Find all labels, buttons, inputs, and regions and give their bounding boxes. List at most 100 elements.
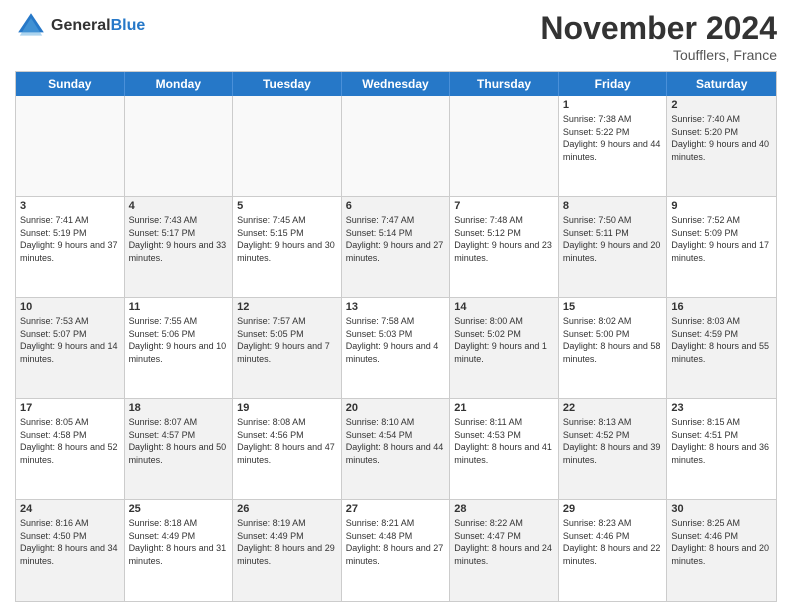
header-day-thursday: Thursday	[450, 72, 559, 96]
header-day-wednesday: Wednesday	[342, 72, 451, 96]
calendar-row-1: 3Sunrise: 7:41 AM Sunset: 5:19 PM Daylig…	[16, 197, 776, 298]
day-info: Sunrise: 7:50 AM Sunset: 5:11 PM Dayligh…	[563, 214, 663, 264]
day-number: 27	[346, 503, 446, 515]
calendar-row-2: 10 Sunrise: 7:53 AM Sunset: 5:07 PM Dayli…	[16, 298, 776, 399]
header-day-saturday: Saturday	[667, 72, 776, 96]
day-info: Sunrise: 8:02 AM Sunset: 5:00 PM Dayligh…	[563, 315, 663, 365]
calendar-body: 1 Sunrise: 7:38 AM Sunset: 5:22 PM Daylig…	[16, 96, 776, 601]
empty-cell	[233, 96, 342, 196]
day-number: 2	[671, 99, 772, 111]
day-info: Sunrise: 7:52 AM Sunset: 5:09 PM Dayligh…	[671, 214, 772, 264]
day-cell-23: 23Sunrise: 8:15 AM Sunset: 4:51 PM Dayli…	[667, 399, 776, 499]
day-cell-20: 20 Sunrise: 8:10 AM Sunset: 4:54 PM Dayli…	[342, 399, 451, 499]
day-cell-13: 13 Sunrise: 7:58 AM Sunset: 5:03 PM Dayli…	[342, 298, 451, 398]
title-block: November 2024 Toufflers, France	[540, 10, 777, 63]
day-number: 17	[20, 402, 120, 414]
day-cell-8: 8 Sunrise: 7:50 AM Sunset: 5:11 PM Daylig…	[559, 197, 668, 297]
day-info: Sunrise: 7:53 AM Sunset: 5:07 PM Dayligh…	[20, 315, 120, 365]
day-info: Sunrise: 7:38 AM Sunset: 5:22 PM Dayligh…	[563, 113, 663, 163]
logo-icon	[15, 10, 47, 42]
location: Toufflers, France	[540, 47, 777, 63]
day-info: Sunrise: 8:22 AM Sunset: 4:47 PM Dayligh…	[454, 517, 554, 567]
day-cell-28: 28 Sunrise: 8:22 AM Sunset: 4:47 PM Dayli…	[450, 500, 559, 601]
page: GeneralBlue November 2024 Toufflers, Fra…	[0, 0, 792, 612]
month-title: November 2024	[540, 10, 777, 47]
day-number: 10	[20, 301, 120, 313]
day-info: Sunrise: 8:18 AM Sunset: 4:49 PM Dayligh…	[129, 517, 229, 567]
day-info: Sunrise: 8:08 AM Sunset: 4:56 PM Dayligh…	[237, 416, 337, 466]
day-cell-3: 3Sunrise: 7:41 AM Sunset: 5:19 PM Daylig…	[16, 197, 125, 297]
empty-cell	[125, 96, 234, 196]
day-number: 18	[129, 402, 229, 414]
day-info: Sunrise: 8:23 AM Sunset: 4:46 PM Dayligh…	[563, 517, 663, 567]
day-cell-10: 10 Sunrise: 7:53 AM Sunset: 5:07 PM Dayli…	[16, 298, 125, 398]
day-info: Sunrise: 7:57 AM Sunset: 5:05 PM Dayligh…	[237, 315, 337, 365]
day-info: Sunrise: 8:05 AM Sunset: 4:58 PM Dayligh…	[20, 416, 120, 466]
header: GeneralBlue November 2024 Toufflers, Fra…	[15, 10, 777, 63]
day-info: Sunrise: 7:45 AM Sunset: 5:15 PM Dayligh…	[237, 214, 337, 264]
day-number: 26	[237, 503, 337, 515]
day-number: 8	[563, 200, 663, 212]
empty-cell	[342, 96, 451, 196]
day-number: 29	[563, 503, 663, 515]
day-number: 28	[454, 503, 554, 515]
day-cell-1: 1 Sunrise: 7:38 AM Sunset: 5:22 PM Daylig…	[559, 96, 668, 196]
day-cell-9: 9Sunrise: 7:52 AM Sunset: 5:09 PM Daylig…	[667, 197, 776, 297]
day-number: 14	[454, 301, 554, 313]
day-number: 22	[563, 402, 663, 414]
day-number: 6	[346, 200, 446, 212]
day-info: Sunrise: 7:47 AM Sunset: 5:14 PM Dayligh…	[346, 214, 446, 264]
day-number: 23	[671, 402, 772, 414]
day-info: Sunrise: 8:25 AM Sunset: 4:46 PM Dayligh…	[671, 517, 772, 567]
day-info: Sunrise: 7:55 AM Sunset: 5:06 PM Dayligh…	[129, 315, 229, 365]
day-cell-16: 16 Sunrise: 8:03 AM Sunset: 4:59 PM Dayli…	[667, 298, 776, 398]
header-day-friday: Friday	[559, 72, 668, 96]
day-cell-5: 5 Sunrise: 7:45 AM Sunset: 5:15 PM Daylig…	[233, 197, 342, 297]
day-info: Sunrise: 8:03 AM Sunset: 4:59 PM Dayligh…	[671, 315, 772, 365]
day-number: 16	[671, 301, 772, 313]
day-info: Sunrise: 8:10 AM Sunset: 4:54 PM Dayligh…	[346, 416, 446, 466]
day-number: 25	[129, 503, 229, 515]
header-day-tuesday: Tuesday	[233, 72, 342, 96]
header-day-monday: Monday	[125, 72, 234, 96]
day-info: Sunrise: 7:58 AM Sunset: 5:03 PM Dayligh…	[346, 315, 446, 365]
day-info: Sunrise: 8:21 AM Sunset: 4:48 PM Dayligh…	[346, 517, 446, 567]
day-cell-11: 11Sunrise: 7:55 AM Sunset: 5:06 PM Dayli…	[125, 298, 234, 398]
day-number: 21	[454, 402, 554, 414]
day-number: 3	[20, 200, 120, 212]
day-number: 5	[237, 200, 337, 212]
day-number: 1	[563, 99, 663, 111]
day-cell-6: 6 Sunrise: 7:47 AM Sunset: 5:14 PM Daylig…	[342, 197, 451, 297]
day-number: 13	[346, 301, 446, 313]
day-info: Sunrise: 7:48 AM Sunset: 5:12 PM Dayligh…	[454, 214, 554, 264]
day-cell-29: 29 Sunrise: 8:23 AM Sunset: 4:46 PM Dayli…	[559, 500, 668, 601]
calendar-row-3: 17 Sunrise: 8:05 AM Sunset: 4:58 PM Dayli…	[16, 399, 776, 500]
calendar-header: SundayMondayTuesdayWednesdayThursdayFrid…	[16, 72, 776, 96]
day-info: Sunrise: 8:19 AM Sunset: 4:49 PM Dayligh…	[237, 517, 337, 567]
day-cell-26: 26 Sunrise: 8:19 AM Sunset: 4:49 PM Dayli…	[233, 500, 342, 601]
day-info: Sunrise: 8:07 AM Sunset: 4:57 PM Dayligh…	[129, 416, 229, 466]
day-number: 19	[237, 402, 337, 414]
day-cell-25: 25 Sunrise: 8:18 AM Sunset: 4:49 PM Dayli…	[125, 500, 234, 601]
day-number: 12	[237, 301, 337, 313]
day-cell-17: 17 Sunrise: 8:05 AM Sunset: 4:58 PM Dayli…	[16, 399, 125, 499]
logo-text: GeneralBlue	[51, 17, 145, 35]
day-cell-30: 30 Sunrise: 8:25 AM Sunset: 4:46 PM Dayli…	[667, 500, 776, 601]
day-number: 7	[454, 200, 554, 212]
day-info: Sunrise: 8:16 AM Sunset: 4:50 PM Dayligh…	[20, 517, 120, 567]
logo: GeneralBlue	[15, 10, 145, 42]
calendar: SundayMondayTuesdayWednesdayThursdayFrid…	[15, 71, 777, 602]
day-info: Sunrise: 7:40 AM Sunset: 5:20 PM Dayligh…	[671, 113, 772, 163]
empty-cell	[450, 96, 559, 196]
empty-cell	[16, 96, 125, 196]
day-number: 15	[563, 301, 663, 313]
calendar-row-4: 24 Sunrise: 8:16 AM Sunset: 4:50 PM Dayli…	[16, 500, 776, 601]
day-number: 20	[346, 402, 446, 414]
day-cell-27: 27 Sunrise: 8:21 AM Sunset: 4:48 PM Dayli…	[342, 500, 451, 601]
day-cell-15: 15 Sunrise: 8:02 AM Sunset: 5:00 PM Dayli…	[559, 298, 668, 398]
day-number: 24	[20, 503, 120, 515]
day-cell-24: 24 Sunrise: 8:16 AM Sunset: 4:50 PM Dayli…	[16, 500, 125, 601]
day-cell-12: 12 Sunrise: 7:57 AM Sunset: 5:05 PM Dayli…	[233, 298, 342, 398]
day-cell-21: 21Sunrise: 8:11 AM Sunset: 4:53 PM Dayli…	[450, 399, 559, 499]
day-number: 30	[671, 503, 772, 515]
